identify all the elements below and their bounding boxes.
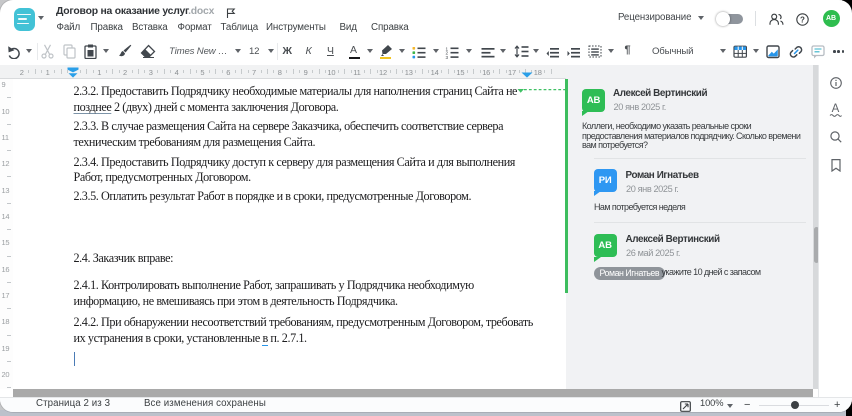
svg-text:3: 3 [446,55,449,59]
svg-text:?: ? [800,15,805,24]
svg-text:А: А [832,103,840,115]
